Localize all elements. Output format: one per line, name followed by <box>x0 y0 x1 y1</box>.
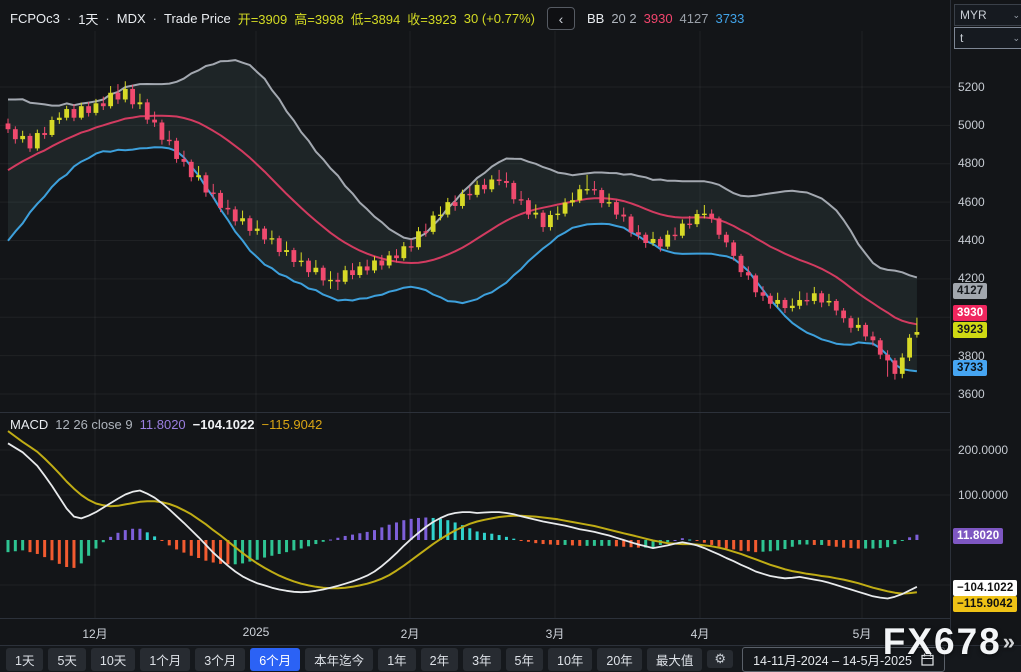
settings-button[interactable]: ⚙ <box>707 650 733 668</box>
chart-legend: FCPOc3 · 1天 · MDX · Trade Price 开=3909 高… <box>10 7 744 30</box>
range-button-group: 1天5天 10天1个月3个月6个月本年迄今1年 2年3年 5年10年20年最大值 <box>6 648 702 671</box>
range-button-10[interactable]: 5年 <box>506 648 543 671</box>
collapse-legend-button[interactable]: ‹ <box>547 7 575 30</box>
currency-value: MYR <box>960 8 987 22</box>
macd-pane[interactable] <box>0 413 950 618</box>
bb-indicator-label[interactable]: BB <box>587 11 604 26</box>
axis-tick-label: 4400 <box>958 233 985 247</box>
low-value: 低=3894 <box>351 9 401 28</box>
axis-tick-label: 3600 <box>958 387 985 401</box>
axis-tick-label: 4600 <box>958 195 985 209</box>
exchange-label: MDX <box>117 11 146 26</box>
macd-params: 12 26 close 9 <box>55 417 132 432</box>
macd-hist-value: 11.8020 <box>140 417 186 432</box>
price-axis-badge: 4127 <box>953 283 987 299</box>
axis-tick-label: 200.0000 <box>958 443 1008 457</box>
range-button-7[interactable]: 1年 <box>378 648 415 671</box>
time-axis-label: 5月 <box>853 625 872 642</box>
bb-params: 20 2 <box>611 11 636 26</box>
date-range-text: 14-11月-2024 – 14-5月-2025 <box>753 650 912 669</box>
price-pane[interactable] <box>0 31 950 412</box>
high-value: 高=3998 <box>294 9 344 28</box>
separator-dot: · <box>105 11 109 26</box>
pane-divider[interactable] <box>0 412 950 413</box>
range-button-3[interactable]: 1个月 <box>140 648 190 671</box>
date-range-button[interactable]: 14-11月-2024 – 14-5月-2025 <box>742 647 945 672</box>
macd-indicator-label[interactable]: MACD <box>10 417 48 432</box>
range-button-12[interactable]: 20年 <box>597 648 641 671</box>
price-axis-badge: 3923 <box>953 322 987 338</box>
macd-signal-value: −115.9042 <box>261 417 322 432</box>
time-axis-label: 2025 <box>243 625 270 639</box>
interval-label[interactable]: 1天 <box>78 9 98 28</box>
range-button-13[interactable]: 最大值 <box>647 648 703 671</box>
axis-tick-label: 5200 <box>958 80 985 94</box>
trading-chart-app: FCPOc3 · 1天 · MDX · Trade Price 开=3909 高… <box>0 0 1021 672</box>
price-axis-badge: 3930 <box>953 305 987 321</box>
range-button-2[interactable]: 10天 <box>91 648 135 671</box>
time-axis-label: 3月 <box>546 625 565 642</box>
time-axis[interactable]: 12月 2025 2月 3月 4月 5月 <box>0 618 950 646</box>
range-button-5[interactable]: 6个月 <box>250 648 300 671</box>
macd-line-value: −104.1022 <box>193 417 255 432</box>
range-button-1[interactable]: 5天 <box>48 648 85 671</box>
macd-axis-badge: 11.8020 <box>953 528 1003 544</box>
unit-select[interactable]: t ⌄ <box>954 27 1021 49</box>
unit-value: t <box>960 31 963 45</box>
chevron-down-icon: ⌄ <box>1012 10 1020 21</box>
symbol-name[interactable]: FCPOc3 <box>10 11 60 26</box>
range-button-11[interactable]: 10年 <box>548 648 592 671</box>
axis-tick-label: 5000 <box>958 118 985 132</box>
range-button-8[interactable]: 2年 <box>421 648 458 671</box>
axis-tick-label: 100.0000 <box>958 488 1008 502</box>
axis-tick-label: 4800 <box>958 156 985 170</box>
price-axis-column[interactable]: MYR ⌄ t ⌄ 520050004800460044004200380036… <box>950 0 1021 645</box>
gear-icon: ⚙ <box>714 651 726 666</box>
close-value: 收=3923 <box>407 9 457 28</box>
chevron-left-icon: ‹ <box>559 11 564 27</box>
macd-legend: MACD 12 26 close 9 11.8020 −104.1022 −11… <box>10 417 322 432</box>
separator-dot: · <box>153 11 157 26</box>
macd-axis-badge: −104.1022 <box>953 580 1017 596</box>
time-axis-label: 2月 <box>401 625 420 642</box>
macd-axis-badge: −115.9042 <box>953 596 1017 612</box>
range-button-0[interactable]: 1天 <box>6 648 43 671</box>
chevron-down-icon: ⌄ <box>1012 33 1020 44</box>
open-value: 开=3909 <box>238 9 288 28</box>
calendar-icon <box>921 653 934 666</box>
bb-upper-value: 4127 <box>680 11 709 26</box>
series-type-label: Trade Price <box>164 11 231 26</box>
change-value: 30 (+0.77%) <box>464 11 535 26</box>
range-button-6[interactable]: 本年迄今 <box>305 648 373 671</box>
separator-dot: · <box>67 11 71 26</box>
range-button-9[interactable]: 3年 <box>463 648 500 671</box>
currency-select[interactable]: MYR ⌄ <box>954 4 1021 26</box>
bb-lower-value: 3733 <box>715 11 744 26</box>
range-button-4[interactable]: 3个月 <box>195 648 245 671</box>
price-axis-badge: 3733 <box>953 360 987 376</box>
bb-basis-value: 3930 <box>644 11 673 26</box>
range-toolbar: 1天5天10天1个月3个月6个月本年迄今1年2年3年5年10年20年最大值 ⚙ … <box>0 645 1021 672</box>
time-axis-label: 12月 <box>82 625 107 642</box>
time-axis-label: 4月 <box>691 625 710 642</box>
